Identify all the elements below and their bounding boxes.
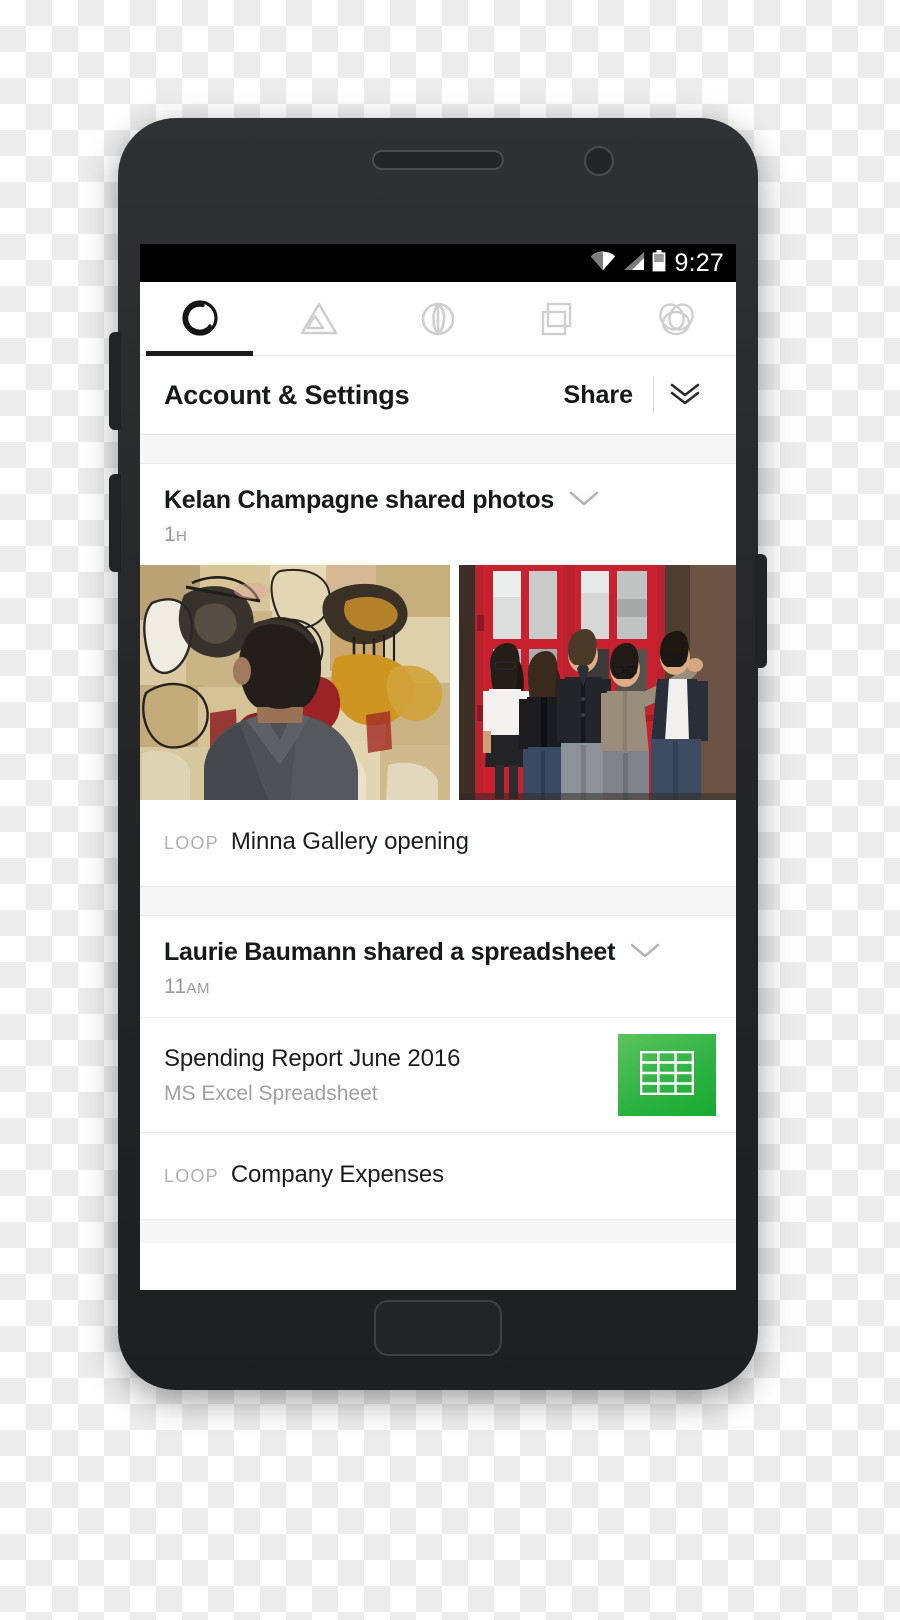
feed-card-spreadsheet: Laurie Baumann shared a spreadsheet 11AM… [140, 916, 736, 1219]
front-camera [584, 146, 614, 176]
share-button[interactable]: Share [556, 381, 653, 410]
overlapping-frames-icon [534, 296, 580, 342]
feed-card-timestamp: 1H [164, 523, 712, 547]
loop-caption-row[interactable]: LOOP Company Expenses [140, 1133, 736, 1219]
volume-up-button[interactable] [109, 332, 121, 430]
feed-card-header: Kelan Champagne shared photos 1H [140, 464, 736, 565]
status-bar-clock: 9:27 [674, 248, 724, 277]
timestamp-value: 1 [164, 523, 176, 546]
feed-card-photos: Kelan Champagne shared photos 1H LOOP Mi… [140, 464, 736, 886]
file-thumbnail[interactable] [618, 1034, 716, 1116]
expand-button[interactable] [654, 380, 716, 411]
photo-thumbnail[interactable] [140, 565, 450, 800]
volume-down-button[interactable] [109, 474, 121, 572]
group-red-door-photo [459, 565, 736, 800]
loop-tag-label: LOOP [164, 1166, 219, 1186]
tab-draw[interactable] [378, 282, 497, 355]
section-separator [140, 434, 736, 464]
feed-bottom-band [140, 1219, 736, 1243]
file-attachment-row[interactable]: Spending Report June 2016 MS Excel Sprea… [140, 1017, 736, 1133]
phone-screen: 9:27 Account & Settings Share Kelan Cham… [140, 244, 736, 1290]
chevron-down-icon[interactable] [629, 940, 661, 965]
loop-name-label: Company Expenses [230, 1161, 445, 1188]
feed-card-title: Laurie Baumann shared a spreadsheet [164, 938, 616, 966]
cellular-signal-icon [623, 251, 645, 276]
tab-mountain[interactable] [259, 282, 378, 355]
loop-caption-row[interactable]: LOOP Minna Gallery opening [140, 800, 736, 886]
section-separator [140, 886, 736, 916]
mountain-triangle-icon [296, 296, 342, 342]
file-kind: MS Excel Spreadsheet [164, 1081, 378, 1105]
earpiece-speaker [372, 150, 504, 170]
app-tab-bar [140, 282, 736, 356]
gallery-painting-photo [140, 565, 450, 800]
timestamp-unit: AM [186, 980, 211, 997]
file-name: Spending Report June 2016 [164, 1044, 461, 1072]
page-header: Account & Settings Share [140, 356, 736, 434]
tab-rings[interactable] [617, 282, 736, 355]
timestamp-unit: H [175, 528, 188, 545]
chevron-down-icon[interactable] [568, 488, 600, 513]
status-bar: 9:27 [140, 244, 736, 282]
file-metadata: Spending Report June 2016 MS Excel Sprea… [164, 1045, 618, 1106]
page-title: Account & Settings [164, 379, 410, 410]
loop-name-label: Minna Gallery opening [230, 828, 469, 855]
circle-leaf-icon [415, 296, 461, 342]
tab-loop[interactable] [140, 282, 259, 356]
phone-device: 9:27 Account & Settings Share Kelan Cham… [109, 118, 767, 1390]
feed-card-header: Laurie Baumann shared a spreadsheet 11AM [140, 916, 736, 1017]
timestamp-value: 11 [164, 975, 187, 998]
photo-attachment-row [140, 565, 736, 800]
loop-circle-icon [177, 296, 223, 342]
home-button[interactable] [374, 1300, 502, 1356]
feed-card-title: Kelan Champagne shared photos [164, 486, 555, 514]
battery-icon [652, 249, 666, 277]
feed-card-timestamp: 11AM [164, 975, 712, 999]
spreadsheet-grid-icon [639, 1050, 695, 1100]
double-chevron-down-icon [668, 380, 702, 411]
photo-thumbnail[interactable] [459, 565, 736, 800]
wifi-icon [590, 250, 616, 276]
tab-comp[interactable] [498, 282, 617, 355]
interlocking-rings-icon [653, 296, 699, 342]
power-button[interactable] [755, 554, 767, 668]
loop-tag-label: LOOP [164, 833, 219, 853]
